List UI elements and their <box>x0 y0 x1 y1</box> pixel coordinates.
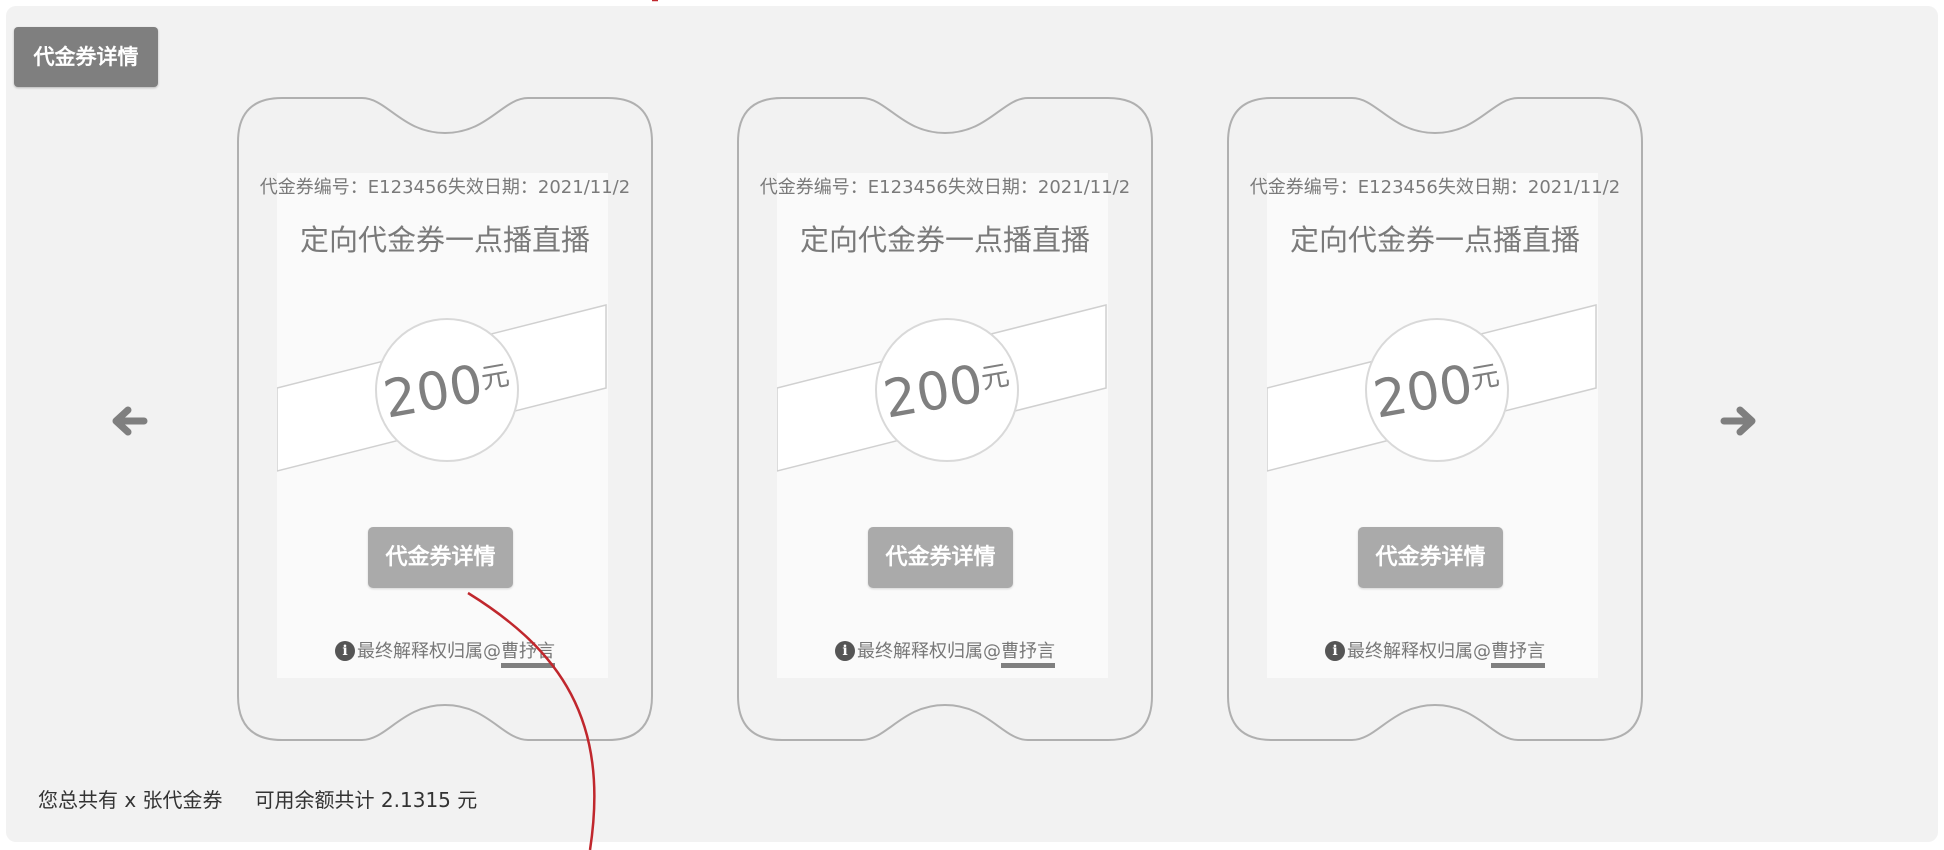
amount-unit: 元 <box>978 358 1012 396</box>
voucher-footer: i 最终解释权归属@曹抒言 <box>1227 637 1643 668</box>
voucher-amount: 200 元 <box>364 307 531 474</box>
voucher-code-line: 代金券编号：E123456失效日期：2021/11/2 <box>1249 177 1621 198</box>
amount-unit: 元 <box>1468 358 1502 396</box>
voucher-detail-button[interactable]: 代金券详情 <box>868 527 1013 588</box>
voucher-card: 代金券编号：E123456失效日期：2021/11/2 定向代金券一点播直播 2… <box>1227 97 1643 741</box>
footer-author-link[interactable]: 曹抒言 <box>1491 641 1545 668</box>
balance-text: 可用余额共计 2.1315 元 <box>254 788 478 812</box>
voucher-detail-button[interactable]: 代金券详情 <box>368 527 513 588</box>
arrow-right-icon[interactable] <box>1720 402 1758 440</box>
voucher-amount: 200 元 <box>1354 307 1521 474</box>
footer-author-link[interactable]: 曹抒言 <box>1001 641 1055 668</box>
voucher-code-line: 代金券编号：E123456失效日期：2021/11/2 <box>759 177 1131 198</box>
amount-value: 200 <box>879 354 988 431</box>
voucher-detail-button[interactable]: 代金券详情 <box>1358 527 1503 588</box>
voucher-title: 定向代金券一点播直播 <box>799 223 1090 257</box>
amount-unit: 元 <box>478 358 512 396</box>
info-icon: i <box>1325 641 1345 661</box>
voucher-card: 代金券编号：E123456失效日期：2021/11/2 定向代金券一点播直播 2… <box>237 97 653 741</box>
voucher-count-text: 您总共有 x 张代金券 <box>38 788 223 812</box>
voucher-amount: 200 元 <box>864 307 1031 474</box>
header-title-button[interactable]: 代金券详情 <box>14 27 158 87</box>
info-icon: i <box>335 641 355 661</box>
amount-value: 200 <box>1369 354 1478 431</box>
voucher-code-line: 代金券编号：E123456失效日期：2021/11/2 <box>259 177 631 198</box>
arrow-left-icon[interactable] <box>110 402 148 440</box>
voucher-summary: 您总共有 x 张代金券 可用余额共计 2.1315 元 <box>38 784 509 813</box>
voucher-footer: i 最终解释权归属@曹抒言 <box>737 637 1153 668</box>
footer-text: 最终解释权归属@ <box>357 641 501 662</box>
voucher-title: 定向代金券一点播直播 <box>299 223 590 257</box>
footer-text: 最终解释权归属@ <box>857 641 1001 662</box>
voucher-title: 定向代金券一点播直播 <box>1289 223 1580 257</box>
footer-author-link[interactable]: 曹抒言 <box>501 641 555 668</box>
amount-value: 200 <box>379 354 488 431</box>
voucher-card: 代金券编号：E123456失效日期：2021/11/2 定向代金券一点播直播 2… <box>737 97 1153 741</box>
footer-text: 最终解释权归属@ <box>1347 641 1491 662</box>
voucher-footer: i 最终解释权归属@曹抒言 <box>237 637 653 668</box>
info-icon: i <box>835 641 855 661</box>
